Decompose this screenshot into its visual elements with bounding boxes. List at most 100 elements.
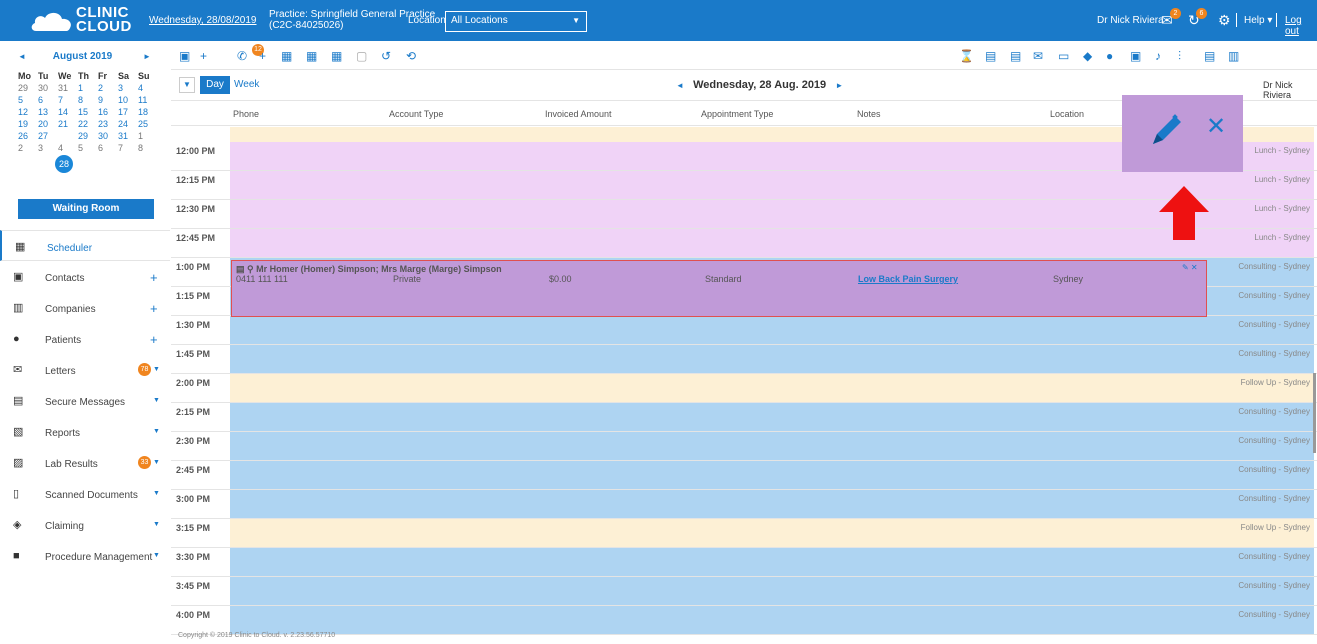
calendar-day[interactable]: 14 [58, 106, 78, 118]
calendar-day[interactable]: 8 [78, 94, 98, 106]
schedule-slot[interactable]: Consulting - Sydney [230, 606, 1314, 634]
calendar-check-icon[interactable]: ▦ [306, 49, 317, 63]
location-select[interactable]: All Locations ▼ [445, 11, 587, 32]
chart-icon[interactable]: ⫶ [1178, 49, 1181, 63]
week-view-button[interactable]: Week [234, 76, 259, 94]
calendar-day[interactable]: 24 [118, 118, 138, 130]
calendar-day[interactable]: 13 [38, 106, 58, 118]
schedule-slot[interactable]: Consulting - Sydney [230, 345, 1314, 373]
user-name[interactable]: Dr Nick Riviera [1097, 15, 1164, 26]
calendar-day[interactable]: 26 [18, 130, 38, 142]
add-company-icon[interactable]: + [150, 301, 158, 316]
clipboard-icon[interactable]: ▤ [985, 49, 996, 63]
sidebar-item-contacts[interactable]: ▣ Contacts + [0, 261, 170, 292]
calendar-day[interactable]: 12 [18, 106, 38, 118]
add-call-icon[interactable]: + [259, 49, 266, 63]
calendar-day[interactable]: 3 [118, 82, 138, 94]
calendar-day[interactable]: 20 [38, 118, 58, 130]
calendar-day[interactable]: 27 [38, 130, 58, 142]
calendar-day[interactable]: 7 [118, 142, 138, 154]
appointment-edit-delete[interactable]: ✎ ✕ [1182, 263, 1198, 272]
calendar-day[interactable]: 15 [78, 106, 98, 118]
calendar-day[interactable]: 3 [38, 142, 58, 154]
schedule-slot[interactable]: Consulting - Sydney [230, 316, 1314, 344]
calendar-day[interactable]: 1 [138, 130, 158, 142]
close-icon[interactable]: ✕ [1206, 115, 1226, 139]
appointment-block[interactable]: ▤ ⚲ Mr Homer (Homer) Simpson; Mrs Marge … [231, 260, 1207, 317]
add-contact-icon[interactable]: + [150, 270, 158, 285]
calendar-add-icon[interactable]: ▦ [281, 49, 292, 63]
tag-icon[interactable]: ◆ [1083, 49, 1092, 63]
schedule-slot[interactable]: Lunch - Sydney [230, 200, 1314, 228]
selected-day[interactable]: 28 [55, 155, 73, 173]
calendar-day[interactable]: 16 [98, 106, 118, 118]
schedule-slot[interactable]: Consulting - Sydney [230, 490, 1314, 518]
help-menu[interactable]: Help ▾ [1244, 15, 1272, 26]
calendar-day[interactable]: 11 [138, 94, 158, 106]
inbox-icon[interactable]: ▭ [1058, 49, 1069, 63]
calendar-day[interactable]: 8 [138, 142, 158, 154]
calendar-day[interactable]: 2 [18, 142, 38, 154]
schedule-slot[interactable]: Lunch - Sydney [230, 171, 1314, 199]
pages-icon[interactable]: ▥ [1228, 49, 1239, 63]
calendar-day[interactable]: 6 [98, 142, 118, 154]
calendar-day[interactable]: 2 [98, 82, 118, 94]
add-icon[interactable]: + [200, 49, 207, 63]
hourglass-icon[interactable]: ⌛ [959, 49, 974, 63]
sidebar-item-lab-results[interactable]: ▨ Lab Results 33 ▼ [0, 447, 170, 478]
calendar-day[interactable]: 1 [78, 82, 98, 94]
schedule-slot[interactable]: Consulting - Sydney [230, 548, 1314, 576]
chevron-down-icon[interactable]: ▼ [153, 490, 160, 497]
sidebar-item-claiming[interactable]: ◈ Claiming ▼ [0, 509, 170, 540]
calendar-day[interactable]: 5 [78, 142, 98, 154]
sidebar-item-reports[interactable]: ▧ Reports ▼ [0, 416, 170, 447]
chevron-down-icon[interactable]: ▼ [153, 552, 160, 559]
sidebar-item-scheduler[interactable]: ▦ Scheduler [0, 230, 170, 261]
calendar-day[interactable]: 17 [118, 106, 138, 118]
sidebar-item-scanned-documents[interactable]: ▯ Scanned Documents ▼ [0, 478, 170, 509]
calendar-day[interactable]: 25 [138, 118, 158, 130]
app-logo[interactable]: CLINIC CLOUD [30, 4, 152, 38]
calendar-day[interactable]: 19 [18, 118, 38, 130]
calendar-day[interactable]: 29 [18, 82, 38, 94]
calendar-day[interactable]: 10 [118, 94, 138, 106]
patient-card-icon[interactable]: ▣ [179, 49, 190, 63]
calendar-day[interactable]: 29 [78, 130, 98, 142]
schedule-slot[interactable]: Follow Up - Sydney [230, 374, 1314, 402]
waiting-room-button[interactable]: Waiting Room [18, 199, 154, 219]
chevron-down-icon[interactable]: ▼ [153, 521, 160, 528]
calendar-day[interactable]: 30 [98, 130, 118, 142]
schedule-slot[interactable]: Follow Up - Sydney [230, 519, 1314, 547]
pencil-icon[interactable] [1149, 112, 1185, 148]
id-card-icon[interactable]: ▣ [1130, 49, 1141, 63]
next-month-icon[interactable]: ► [143, 52, 151, 61]
calendar-search-icon[interactable]: ▦ [331, 49, 342, 63]
sidebar-item-patients[interactable]: ● Patients + [0, 323, 170, 354]
appointment-notes-link[interactable]: Low Back Pain Surgery [858, 274, 958, 284]
chevron-down-icon[interactable]: ▼ [153, 366, 160, 373]
calendar-day[interactable]: 5 [18, 94, 38, 106]
add-patient-icon[interactable]: + [150, 332, 158, 347]
day-view-button[interactable]: Day [200, 76, 230, 94]
logout-link[interactable]: Log out [1285, 15, 1317, 37]
history-icon[interactable]: ↺ [381, 49, 391, 63]
schedule-slot[interactable]: Consulting - Sydney [230, 403, 1314, 431]
person-icon[interactable]: ● [1106, 49, 1113, 63]
schedule-slot[interactable]: Consulting - Sydney [230, 577, 1314, 605]
prev-day-icon[interactable]: ◄ [676, 81, 684, 90]
sidebar-item-letters[interactable]: ✉ Letters 78 ▼ [0, 354, 170, 385]
calendar-day[interactable]: 31 [58, 82, 78, 94]
schedule-slot[interactable]: Lunch - Sydney [230, 229, 1314, 257]
chevron-down-icon[interactable]: ▼ [153, 459, 160, 466]
schedule-slot[interactable]: Consulting - Sydney [230, 432, 1314, 460]
phone-icon[interactable]: ✆ [237, 49, 247, 63]
sidebar-item-procedure-management[interactable]: ■ Procedure Management ▼ [0, 540, 170, 571]
calendar-month[interactable]: August 2019 [0, 51, 165, 62]
calendar-day[interactable]: 31 [118, 130, 138, 142]
invoice-icon[interactable]: ▤ [1204, 49, 1215, 63]
calendar-day[interactable]: 6 [38, 94, 58, 106]
sidebar-item-companies[interactable]: ▥ Companies + [0, 292, 170, 323]
calendar-day[interactable]: 7 [58, 94, 78, 106]
calendar-day[interactable]: 30 [38, 82, 58, 94]
calendar-day[interactable]: 4 [138, 82, 158, 94]
